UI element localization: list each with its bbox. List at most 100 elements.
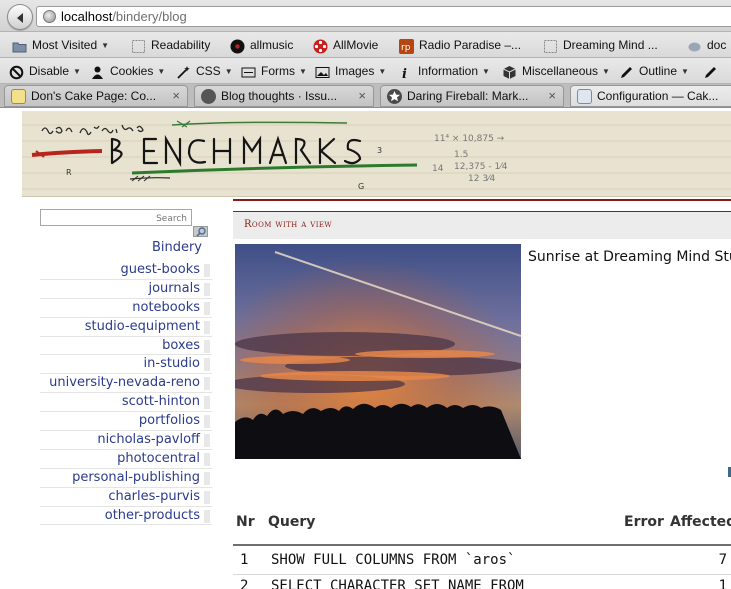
sidebar-item-boxes: boxes bbox=[40, 337, 212, 356]
sidebar-link[interactable]: charles-purvis bbox=[108, 489, 200, 504]
bookmark-label: Radio Paradise –... bbox=[419, 38, 522, 52]
sidebar-link[interactable]: other-products bbox=[105, 508, 200, 523]
column-header-query: Query bbox=[268, 514, 316, 530]
bookmark-allmusic[interactable]: allmusic bbox=[230, 32, 293, 57]
column-header-affected: Affected bbox=[670, 514, 731, 530]
toolbar-information[interactable]: i Information ▼ bbox=[398, 58, 490, 83]
url-text[interactable]: localhost/bindery/blog bbox=[61, 9, 187, 24]
category-title[interactable]: Bindery bbox=[40, 240, 202, 255]
sidebar-link[interactable]: university-nevada-reno bbox=[49, 375, 200, 390]
tab-configuration[interactable]: Configuration — Cak... bbox=[570, 85, 731, 107]
search-field[interactable] bbox=[40, 209, 192, 227]
user-icon bbox=[90, 63, 105, 80]
list-marker bbox=[204, 358, 210, 372]
table-row: 2 SELECT CHARACTER_SET_NAME FROM 1 bbox=[233, 575, 731, 589]
svg-text:11⁴ × 10,875 →: 11⁴ × 10,875 → bbox=[434, 134, 505, 144]
sidebar-link[interactable]: notebooks bbox=[132, 300, 200, 315]
search-button[interactable] bbox=[193, 226, 208, 237]
table-row: 1 SHOW FULL COLUMNS FROM `aros` 7 bbox=[233, 549, 731, 575]
sidebar-item-portfolios: portfolios bbox=[40, 412, 212, 432]
cloud-icon bbox=[687, 37, 702, 52]
post-photo[interactable] bbox=[235, 244, 521, 459]
sidebar-item-journals: journals bbox=[40, 280, 212, 299]
sidebar-link[interactable]: journals bbox=[148, 281, 200, 296]
post-title[interactable]: Room with a view bbox=[244, 219, 332, 230]
cell-nr: 2 bbox=[240, 578, 249, 589]
url-bar[interactable]: localhost/bindery/blog bbox=[36, 6, 731, 27]
image-icon bbox=[315, 63, 330, 79]
toolbar-label: Information bbox=[418, 64, 479, 78]
globe-icon bbox=[43, 10, 56, 23]
bookmark-label: AllMovie bbox=[333, 38, 379, 52]
chevron-down-icon: ▼ bbox=[101, 40, 110, 50]
sidebar-link[interactable]: boxes bbox=[162, 338, 200, 353]
svg-text:14: 14 bbox=[432, 164, 444, 174]
divider bbox=[233, 544, 731, 546]
sidebar-item-in-studio: in-studio bbox=[40, 355, 212, 375]
toolbar-cookies[interactable]: Cookies ▼ bbox=[90, 58, 165, 83]
toolbar-miscellaneous[interactable]: Miscellaneous ▼ bbox=[502, 58, 610, 83]
divider bbox=[233, 199, 731, 201]
sidebar-item-personal-publishing: personal-publishing bbox=[40, 469, 212, 488]
toolbar-forms[interactable]: Forms ▼ bbox=[241, 58, 307, 83]
bookmark-label: Most Visited bbox=[32, 38, 98, 52]
no-icon bbox=[9, 63, 24, 80]
close-icon[interactable]: × bbox=[358, 86, 366, 106]
close-icon[interactable]: × bbox=[172, 86, 180, 106]
sidebar-link[interactable]: studio-equipment bbox=[85, 319, 200, 334]
sidebar-link[interactable]: scott-hinton bbox=[122, 394, 200, 409]
site-banner[interactable]: R 3 G 11⁴ × 10,875 → 1.5 14 12,375 - 1⁄4… bbox=[22, 111, 731, 197]
toolbar-css[interactable]: CSS ▼ bbox=[176, 58, 233, 83]
svg-text:R: R bbox=[66, 168, 72, 177]
close-icon[interactable]: × bbox=[548, 86, 556, 106]
list-marker bbox=[204, 320, 210, 334]
bench-marks-logo: R 3 G 11⁴ × 10,875 → 1.5 14 12,375 - 1⁄4… bbox=[22, 120, 731, 191]
cube-icon bbox=[502, 63, 517, 80]
bookmark-allmovie[interactable]: AllMovie bbox=[313, 32, 379, 57]
chevron-down-icon: ▼ bbox=[299, 66, 307, 76]
star-icon bbox=[387, 89, 402, 104]
toolbar-disable[interactable]: Disable ▼ bbox=[9, 58, 81, 83]
back-button[interactable] bbox=[7, 4, 33, 30]
folder-icon bbox=[12, 37, 27, 53]
photo-caption: Sunrise at Dreaming Mind Stu bbox=[528, 249, 731, 265]
column-header-nr: Nr bbox=[236, 514, 255, 530]
bookmark-label: doc bbox=[707, 38, 727, 52]
sidebar-link[interactable]: photocentral bbox=[117, 451, 200, 466]
table-header: Nr Query Error Affected bbox=[233, 508, 731, 538]
svg-text:G: G bbox=[358, 182, 364, 191]
bookmark-readability[interactable]: Readability bbox=[131, 32, 211, 57]
tab-blog-thoughts[interactable]: Blog thoughts · Issu... × bbox=[194, 85, 374, 107]
cell-nr: 1 bbox=[240, 552, 249, 568]
bookmark-most-visited[interactable]: Most Visited ▼ bbox=[12, 32, 110, 57]
toolbar-label: Disable bbox=[29, 64, 70, 78]
sidebar-item-guest-books: guest-books bbox=[40, 261, 212, 280]
sidebar-link[interactable]: guest-books bbox=[120, 262, 200, 277]
toolbar-label: Outline bbox=[639, 64, 678, 78]
toolbar-label: Images bbox=[335, 64, 375, 78]
bookmark-radio-paradise[interactable]: rp Radio Paradise –... bbox=[399, 32, 522, 57]
list-marker bbox=[204, 301, 210, 315]
sidebar-item-nicholas-pavloff: nicholas-pavloff bbox=[40, 431, 212, 450]
url-host: localhost bbox=[61, 9, 113, 24]
sidebar-link[interactable]: personal-publishing bbox=[72, 470, 200, 485]
toolbar-overflow-tool[interactable] bbox=[703, 58, 723, 83]
toolbar-outline[interactable]: Outline ▼ bbox=[619, 58, 689, 83]
cell-query: SELECT CHARACTER_SET_NAME FROM bbox=[271, 578, 524, 589]
bookmark-doc[interactable]: doc bbox=[687, 32, 727, 57]
sidebar-item-charles-purvis: charles-purvis bbox=[40, 488, 212, 507]
tab-dons-cake-page[interactable]: Don's Cake Page: Co... × bbox=[4, 85, 188, 107]
tab-label: Blog thoughts · Issu... bbox=[221, 89, 338, 103]
form-icon bbox=[241, 63, 256, 78]
page-icon bbox=[131, 37, 146, 54]
tab-daring-fireball[interactable]: Daring Fireball: Mark... × bbox=[380, 85, 564, 107]
bookmark-label: Readability bbox=[151, 38, 211, 52]
sidebar-link[interactable]: nicholas-pavloff bbox=[97, 432, 200, 447]
search-input[interactable] bbox=[41, 211, 191, 227]
sidebar-link[interactable]: in-studio bbox=[144, 356, 200, 371]
tab-label: Don's Cake Page: Co... bbox=[31, 89, 157, 103]
toolbar-images[interactable]: Images ▼ bbox=[315, 58, 386, 83]
bookmark-dreaming-mind[interactable]: Dreaming Mind ... bbox=[543, 32, 658, 57]
sidebar-link[interactable]: portfolios bbox=[139, 413, 200, 428]
list-marker bbox=[204, 452, 210, 466]
